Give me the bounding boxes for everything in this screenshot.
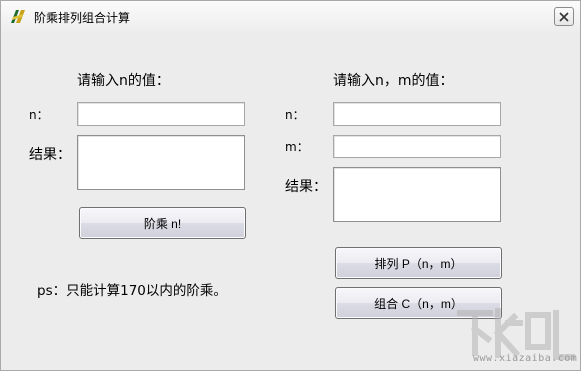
- factorial-n-input[interactable]: [77, 102, 245, 126]
- factorial-button[interactable]: 阶乘 n!: [79, 207, 246, 239]
- close-icon: [559, 12, 569, 22]
- window-title: 阶乘排列组合计算: [34, 11, 131, 25]
- perm-comb-m-label: m：: [285, 140, 309, 154]
- app-icon: [11, 10, 25, 23]
- watermark-url: www.xiazaiba.com: [473, 353, 578, 364]
- factorial-n-label: n：: [29, 108, 49, 122]
- perm-comb-heading: 请输入n，m的值：: [333, 73, 454, 89]
- calculator-window: 阶乘排列组合计算 请输入n的值： n： 结果： 阶乘 n! ps：只能计算170…: [0, 0, 581, 371]
- factorial-heading: 请输入n的值：: [77, 73, 170, 89]
- perm-comb-result-box[interactable]: [333, 167, 501, 222]
- factorial-result-label: 结果：: [29, 147, 71, 163]
- perm-comb-n-input[interactable]: [333, 102, 501, 126]
- permutation-button[interactable]: 排列 P（n，m）: [335, 247, 502, 279]
- perm-comb-result-label: 结果：: [285, 179, 327, 195]
- title-bar[interactable]: 阶乘排列组合计算: [1, 1, 580, 32]
- perm-comb-m-input[interactable]: [333, 135, 501, 158]
- perm-comb-n-label: n：: [285, 108, 305, 122]
- factorial-limit-note: ps：只能计算170以内的阶乘。: [37, 283, 227, 299]
- close-button[interactable]: [554, 7, 574, 26]
- factorial-result-box[interactable]: [77, 135, 245, 190]
